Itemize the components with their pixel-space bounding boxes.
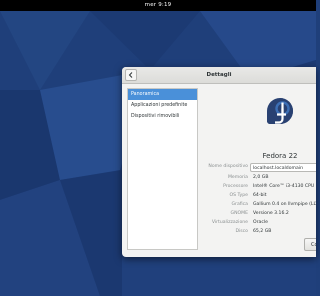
sidebar-item-overview[interactable]: Panoramica: [128, 89, 197, 100]
info-label: GNOME: [230, 211, 248, 216]
info-label: Grafica: [231, 202, 249, 207]
info-row-graphics: Grafica Gallium 0.4 on llvmpipe (LLV: [198, 201, 317, 209]
top-bar: mer 9:19: [0, 0, 316, 11]
header-bar: Dettagli: [122, 67, 316, 84]
check-updates-button[interactable]: Co: [304, 238, 316, 251]
window-title: Dettagli: [206, 72, 232, 78]
info-value: 2,0 GB: [253, 175, 269, 180]
info-value: Versione 3.16.2: [253, 211, 289, 216]
info-row-disk: Disco 65,2 GB: [198, 228, 316, 236]
info-label: Memoria: [227, 175, 248, 180]
info-label: Processore: [223, 184, 248, 189]
info-value: Intel® Core™ i3-4130 CPU @: [253, 184, 316, 189]
clock[interactable]: mer 9:19: [145, 2, 172, 8]
info-value: Gallium 0.4 on llvmpipe (LLV: [253, 202, 316, 207]
info-row-os-type: OS Type 64-bit: [198, 192, 316, 200]
device-name-input[interactable]: localhost.localdomain: [250, 163, 316, 172]
info-value: Oracle: [253, 220, 268, 225]
info-label: OS Type: [229, 193, 248, 198]
fedora-logo-icon: [267, 98, 293, 124]
info-label: Nome dispositivo: [208, 164, 248, 169]
sidebar: Panoramica Applicazioni predefinite Disp…: [127, 88, 198, 250]
info-label: Disco: [235, 229, 248, 234]
info-row-virtualization: Virtualizzazione Oracle: [198, 219, 316, 227]
info-row-memory: Memoria 2,0 GB: [198, 174, 316, 182]
sidebar-item-default-apps[interactable]: Applicazioni predefinite: [128, 100, 197, 111]
info-label: Virtualizzazione: [211, 220, 248, 225]
info-row-gnome: GNOME Versione 3.16.2: [198, 210, 316, 218]
info-row-processor: Processore Intel® Core™ i3-4130 CPU @: [198, 183, 316, 191]
info-value: 65,2 GB: [253, 229, 272, 234]
os-name: Fedora 22: [262, 152, 298, 160]
settings-window: Dettagli Panoramica Applicazioni predefi…: [122, 67, 316, 257]
sidebar-item-removable-media[interactable]: Dispositivi rimovibili: [128, 111, 197, 122]
info-value: 64-bit: [253, 193, 267, 198]
